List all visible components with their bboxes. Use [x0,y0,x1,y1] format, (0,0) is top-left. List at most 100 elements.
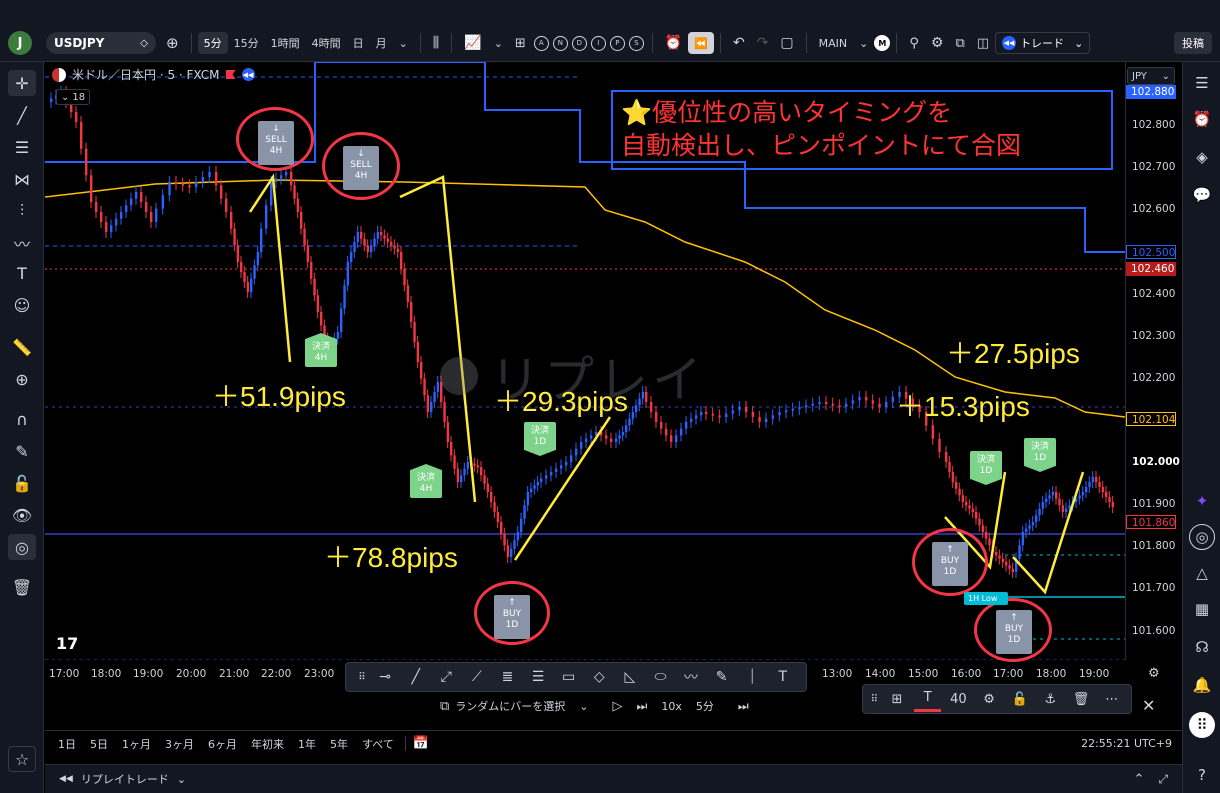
annotation-caption[interactable]: ⭐優位性の高いタイミングを 自動検出し、ピンポイントにて合図 [611,90,1113,170]
chat-icon[interactable]: 💬 [1189,182,1215,208]
alarm-icon[interactable]: ⏰ [1189,106,1215,132]
more-icon[interactable]: ⋯ [1098,686,1125,712]
calendar-icon[interactable]: ▦ [1189,596,1215,622]
pen-icon[interactable]: ✎ [706,664,737,690]
ruler-icon[interactable]: 📏 [8,334,36,360]
globe-icon[interactable]: ◎ [8,534,36,560]
post-button[interactable]: 投稿 [1174,32,1212,54]
alert-letter-n[interactable]: N [552,35,568,51]
settle-signal[interactable]: 決済 1D [1024,438,1056,472]
trendline-icon[interactable]: ╱ [8,102,36,128]
candle-type-icon[interactable]: ⫼ [427,32,445,54]
settle-signal[interactable]: 決済 4H [410,464,442,498]
redo-icon[interactable]: ↷ [751,32,775,54]
eye-icon[interactable]: 👁 [8,502,36,528]
close-icon[interactable]: ✕ [1142,696,1155,715]
trash-icon[interactable]: 🗑 [1068,686,1095,712]
range-1y[interactable]: 1年 [291,736,323,752]
anchor-icon[interactable]: ⚓ [1037,686,1064,712]
clock[interactable]: 22:55:21 UTC+9 [1081,737,1172,750]
buy-signal[interactable]: ↑ BUY 1D [932,542,968,586]
pattern-icon[interactable]: ⋈ [8,166,36,192]
currency-selector[interactable]: JPY ⌄ [1127,67,1175,85]
fullscreen-icon[interactable]: ▢ [774,32,799,54]
text-icon[interactable]: T [8,260,36,286]
jump-to-realtime-icon[interactable]: ⏭ [738,699,749,714]
forecast-icon[interactable]: ⫶ [8,198,36,224]
camera-icon[interactable]: ◫ [971,32,995,54]
symbol-search[interactable]: USDJPY ◇ [46,32,156,54]
snapshot-icon[interactable]: ⧉ [949,32,970,54]
layout-dropdown-icon[interactable]: ⌄ [853,32,874,54]
range-ytd[interactable]: 年初来 [244,736,291,752]
ellipse-icon[interactable]: ⬭ [645,664,676,690]
range-all[interactable]: すべて [355,736,401,752]
crosshair-icon[interactable]: ✛ [8,70,36,96]
random-bar-icon[interactable]: ⧉ [440,699,449,714]
step-interval-selector[interactable]: 5分 [696,698,714,714]
layout-name[interactable]: MAIN [813,32,854,54]
parallel-channel-icon[interactable]: ≣ [492,664,523,690]
alert-letter-a[interactable]: A [533,35,549,51]
settings-icon[interactable]: ⚙ [976,686,1003,712]
pattern-tool-icon[interactable]: ◇ [584,664,615,690]
pips-label[interactable]: ＋27.5pips [946,332,1080,372]
feed-icon[interactable]: ☊ [1189,634,1215,660]
help-icon[interactable]: ? [1189,762,1215,788]
settle-signal[interactable]: 決済 1D [970,451,1002,485]
triangle-icon[interactable]: △ [1189,560,1215,586]
avatar[interactable]: J [8,31,32,55]
trash-icon[interactable]: 🗑 [8,574,36,600]
indicators-dropdown-icon[interactable]: ⌄ [488,32,509,54]
text-tool-icon[interactable]: T [768,664,799,690]
alert-icon[interactable]: ⏰ [659,32,688,54]
pips-label[interactable]: ＋15.3pips [896,385,1030,425]
range-5y[interactable]: 5年 [323,736,355,752]
zoom-icon[interactable]: ⊕ [8,366,36,392]
trend-line-icon[interactable]: ╱ [400,664,431,690]
range-1m[interactable]: 1ヶ月 [115,736,158,752]
expand-icon[interactable]: ⤢ [1158,772,1168,787]
settle-signal[interactable]: 決済 4H [305,333,337,367]
bell-icon[interactable]: 🔔 [1189,672,1215,698]
sell-signal[interactable]: ↓ SELL 4H [258,121,294,165]
buy-signal[interactable]: ↑ BUY 1D [494,595,530,639]
triangle-tool-icon[interactable]: ◺ [615,664,646,690]
fib-icon[interactable]: ☰ [8,134,36,160]
text-color-icon[interactable]: T [914,686,942,712]
range-5d[interactable]: 5日 [83,736,115,752]
buy-signal[interactable]: ↑ BUY 1D [996,610,1032,654]
play-icon[interactable]: ▷ [613,699,623,714]
pips-label[interactable]: ＋29.3pips [494,380,628,420]
interval-4h[interactable]: 4時間 [306,32,347,54]
undo-icon[interactable]: ↶ [727,32,751,54]
goto-date-icon[interactable]: 📅 [404,736,436,751]
range-3m[interactable]: 3ヶ月 [158,736,201,752]
interval-1mo[interactable]: 月 [370,32,393,54]
replay-icon[interactable]: ⏪ [688,32,714,54]
apps-icon[interactable]: ⠿ [1189,712,1215,738]
axis-settings-icon[interactable]: ⚙ [1148,666,1160,681]
quick-search-icon[interactable]: ⚲ [903,32,925,54]
trade-button[interactable]: ◀◀ トレード ⌄ [995,32,1091,54]
replay-trade-tab[interactable]: リプレイトレード [81,771,169,787]
path-icon[interactable]: 〰 [676,664,707,690]
chevron-down-icon[interactable]: ⌄ [579,700,588,713]
star-icon[interactable]: ☆ [8,746,36,772]
alert-letter-d[interactable]: D [571,35,587,51]
chevron-down-icon[interactable]: ⌄ [177,773,186,786]
pips-label[interactable]: ＋51.9pips [212,375,346,415]
extended-line-icon[interactable]: ⟋ [462,664,493,690]
lock-icon[interactable]: 🔓 [1006,686,1033,712]
settings-icon[interactable]: ⚙ [925,32,950,54]
indicators-icon[interactable]: 📈 [458,32,487,54]
speed-selector[interactable]: 10x [661,700,682,713]
interval-dropdown-icon[interactable]: ⌄ [393,32,414,54]
vertical-line-icon[interactable]: ⏐ [737,664,768,690]
ray-icon[interactable]: ⤢ [431,664,462,690]
alert-letter-i[interactable]: I [590,35,606,51]
brush-icon[interactable]: 〰 [8,230,36,256]
sell-signal[interactable]: ↓ SELL 4H [343,146,379,190]
drag-handle-icon[interactable]: ⠿ [354,664,370,690]
target-icon[interactable]: ◎ [1189,524,1215,550]
